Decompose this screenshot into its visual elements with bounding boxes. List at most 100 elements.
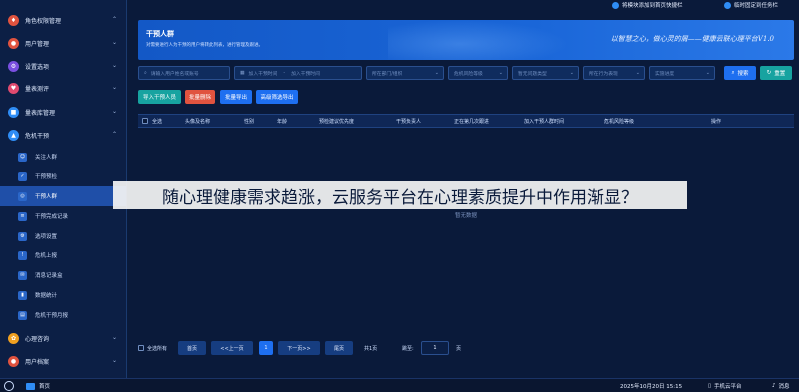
- sidebar-item-profiles[interactable]: ● 用户档案 ⌄: [0, 350, 126, 372]
- sidebar-subitem-label: 关注人群: [35, 155, 58, 161]
- search-button[interactable]: ⌕ 搜索: [724, 66, 756, 80]
- headline-overlay: 随心理健康需求趋涨，云服务平台在心理素质提升中作用渐显？: [113, 181, 687, 209]
- chevron-down-icon: ⌄: [498, 70, 503, 76]
- problem-type-select[interactable]: 暂无问题类型 ⌄: [512, 66, 579, 80]
- jump-label: 跳至:: [402, 346, 414, 352]
- select-all-checkbox[interactable]: [142, 118, 148, 126]
- reset-icon: ↻: [766, 70, 772, 76]
- chevron-down-icon: ⌄: [111, 334, 117, 341]
- chevron-down-icon: ⌄: [111, 357, 117, 364]
- sidebar-subitem-monthly[interactable]: ▤ 危机干预月报: [0, 305, 126, 325]
- sidebar-subitem-label: 干预完成记录: [35, 214, 69, 220]
- sidebar-item-consult[interactable]: ✿ 心理咨询 ⌄: [0, 327, 126, 349]
- chevron-down-icon: ⌄: [705, 70, 710, 76]
- option-icon: ⚙: [18, 231, 27, 241]
- sidebar-subitem-label: 干预人群: [35, 194, 58, 200]
- sidebar-item-scale-library[interactable]: ■ 量表库管理 ⌄: [0, 101, 126, 123]
- chevron-up-icon: ⌃: [111, 131, 117, 138]
- dept-select[interactable]: 所在部门/组织 ⌄: [366, 66, 444, 80]
- taskbar-mobile[interactable]: ▯ 手机云平台: [708, 381, 742, 391]
- sidebar-item-label: 量表库管理: [25, 109, 56, 117]
- chevron-down-icon: ⌄: [569, 70, 574, 76]
- sidebar-item-label: 设置选项: [25, 63, 50, 71]
- th-age: 年龄: [277, 119, 288, 125]
- empty-state: 暂无数据: [454, 213, 477, 219]
- jump-page-input[interactable]: 1: [421, 341, 449, 355]
- sidebar-subitem-precheck[interactable]: ✓ 干预预检: [0, 166, 126, 186]
- sidebar-subitem-label: 干预预检: [35, 174, 58, 180]
- sidebar-subitem-messages[interactable]: ✉ 消息记录盒: [0, 265, 126, 285]
- prev-page-button[interactable]: <<上一页: [211, 341, 253, 355]
- consult-icon: ✿: [8, 332, 19, 344]
- taskbar-messages-label: 消息: [778, 384, 790, 390]
- next-page-button[interactable]: 下一页>>: [278, 341, 320, 355]
- add-icon: [612, 1, 619, 9]
- sidebar-item-label: 量表测评: [25, 85, 50, 93]
- th-followup: 正在第几次跟进: [454, 119, 490, 125]
- sidebar-subitem-attention[interactable]: ☺ 关注人群: [0, 147, 126, 167]
- taskbar-home[interactable]: 首页: [26, 381, 50, 391]
- batch-export-button[interactable]: 批量导出: [220, 90, 252, 104]
- batch-delete-button[interactable]: 批量删除: [185, 90, 215, 104]
- sidebar-item-assessment[interactable]: ♥ 量表测评 ⌄: [0, 77, 126, 99]
- message-icon: ✉: [18, 270, 27, 280]
- search-button-label: 搜索: [737, 71, 749, 77]
- taskbar-datetime: 2025年10月20日 15:15: [620, 384, 683, 390]
- select-all-pages-checkbox[interactable]: [138, 345, 144, 353]
- add-to-home-button[interactable]: 将模块添加到首页快捷栏: [612, 0, 683, 10]
- advanced-export-button[interactable]: 高级筛选导出: [256, 90, 298, 104]
- first-page-button[interactable]: 首页: [178, 341, 206, 355]
- reset-button[interactable]: ↻ 重置: [760, 66, 792, 80]
- taskbar-home-label: 首页: [39, 384, 51, 390]
- pin-to-taskbar-button[interactable]: 临时固定到任务栏: [724, 0, 778, 10]
- page-banner: 干预人群 对需要进行人为干预的用户将转此列表，进行管理及跟进。 以智慧之心，做心…: [138, 20, 794, 60]
- page-description: 对需要进行人为干预的用户将转此列表，进行管理及跟进。: [146, 43, 263, 48]
- sidebar-item-users[interactable]: ● 用户管理 ⌄: [0, 32, 126, 54]
- sidebar-item-crisis[interactable]: ▲ 危机干预 ⌃: [0, 124, 126, 146]
- date-end-placeholder: 加入干预时间: [291, 71, 320, 77]
- date-separator: -: [283, 70, 286, 76]
- th-join-time: 加入干预人群时间: [524, 119, 565, 125]
- behavior-placeholder: 所在行为表现: [589, 71, 618, 77]
- chevron-down-icon: ⌄: [111, 108, 117, 115]
- th-risk-level: 危机风险等级: [604, 119, 635, 125]
- people-icon: ☺: [18, 152, 27, 162]
- page-unit: 页: [456, 346, 462, 352]
- power-icon[interactable]: [4, 381, 14, 391]
- current-page-button[interactable]: 1: [259, 341, 273, 355]
- user-icon: ●: [8, 37, 19, 49]
- risk-level-select[interactable]: 危机风险等级 ⌄: [448, 66, 508, 80]
- sidebar-item-label: 心理咨询: [25, 335, 50, 343]
- profile-icon: ●: [8, 355, 19, 367]
- sidebar-subitem-label: 选项设置: [35, 234, 58, 240]
- select-all-pages-label: 全选所有: [147, 346, 168, 352]
- page-title: 干预人群: [146, 30, 174, 38]
- last-page-button[interactable]: 尾页: [325, 341, 353, 355]
- sidebar-item-roles[interactable]: ♦ 角色权限管理 ⌃: [0, 9, 126, 31]
- settings-icon: ⚙: [8, 60, 19, 72]
- th-avatar-name: 头像及名称: [185, 119, 211, 125]
- search-input[interactable]: ⌕ 请输入用户姓名或账号: [138, 66, 230, 80]
- sidebar: ♦ 角色权限管理 ⌃ ● 用户管理 ⌄ ⚙ 设置选项 ⌄ ♥ 量表测评 ⌄ ■ …: [0, 0, 127, 378]
- risk-level-placeholder: 危机风险等级: [454, 71, 483, 77]
- bell-icon: ♪: [772, 383, 776, 389]
- chevron-down-icon: ⌄: [111, 84, 117, 91]
- import-button[interactable]: 导入干预人员: [138, 90, 181, 104]
- sidebar-item-label: 危机干预: [25, 132, 50, 140]
- status-select[interactable]: 实施进度 ⌄: [649, 66, 715, 80]
- sidebar-subitem-records[interactable]: ≡ 干预完成记录: [0, 206, 126, 226]
- th-priority: 预检建议优先度: [319, 119, 355, 125]
- sidebar-item-settings[interactable]: ⚙ 设置选项 ⌄: [0, 55, 126, 77]
- sidebar-subitem-stats[interactable]: ▮ 数据统计: [0, 285, 126, 305]
- pin-icon: [724, 1, 731, 9]
- sidebar-subitem-options[interactable]: ⚙ 选项设置: [0, 226, 126, 246]
- taskbar-messages[interactable]: ♪ 消息: [772, 381, 790, 391]
- reset-button-label: 重置: [774, 71, 786, 77]
- taskbar: 首页 2025年10月20日 15:15 ▯ 手机云平台 ♪ 消息: [0, 378, 799, 392]
- date-range-input[interactable]: ▦ 加入干预时间 - 加入干预时间: [234, 66, 362, 80]
- sidebar-item-label: 用户档案: [25, 358, 50, 366]
- phone-icon: ▯: [708, 383, 712, 389]
- behavior-select[interactable]: 所在行为表现 ⌄: [583, 66, 645, 80]
- sidebar-subitem-report[interactable]: ! 危机上报: [0, 245, 126, 265]
- sidebar-subitem-intervention[interactable]: ◎ 干预人群: [0, 186, 126, 206]
